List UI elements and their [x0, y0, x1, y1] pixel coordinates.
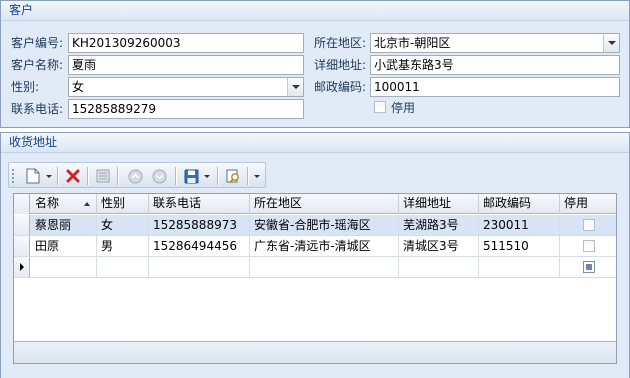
cell-name[interactable] — [31, 257, 97, 277]
cell-address[interactable]: 清城区3号 — [399, 236, 479, 256]
column-header-zip[interactable]: 邮政编码 — [479, 194, 560, 214]
disabled-checkbox[interactable] — [374, 101, 386, 113]
row-indicator[interactable] — [14, 257, 30, 277]
header-indicator — [14, 194, 30, 214]
region-label: 所在地区: — [314, 36, 367, 50]
row-disabled-checkbox[interactable] — [583, 261, 595, 273]
grid-toolbar — [8, 162, 266, 188]
address-field[interactable]: 小武基东路3号 — [370, 55, 620, 75]
zip-field[interactable]: 100011 — [370, 77, 620, 97]
cell-zip[interactable] — [479, 257, 560, 277]
cell-gender[interactable]: 男 — [97, 236, 149, 256]
column-header-name[interactable]: 名称 — [31, 194, 97, 214]
region-select[interactable]: 北京市-朝阳区 — [370, 33, 620, 53]
row-indicator[interactable] — [14, 236, 30, 256]
delete-icon[interactable] — [63, 166, 83, 186]
column-header-address[interactable]: 详细地址 — [399, 194, 479, 214]
grid-header: 名称 性别 联系电话 所在地区 详细地址 邮政编码 停用 — [14, 194, 616, 214]
cell-phone[interactable]: 15285888973 — [149, 215, 250, 235]
cell-phone[interactable]: 15286494456 — [149, 236, 250, 256]
cell-disabled — [560, 215, 616, 235]
customer-group: 客户 客户编号: KH201309260003 客户名称: 夏雨 性别: 女 联… — [0, 0, 630, 128]
cell-zip[interactable]: 511510 — [479, 236, 560, 256]
new-icon[interactable] — [23, 166, 43, 186]
cell-address[interactable] — [399, 257, 479, 277]
cell-name[interactable]: 蔡恩丽 — [31, 215, 97, 235]
customer-code-field[interactable]: KH201309260003 — [68, 33, 304, 53]
chevron-down-icon[interactable] — [287, 78, 303, 96]
cell-gender[interactable]: 女 — [97, 215, 149, 235]
column-header-disabled[interactable]: 停用 — [560, 194, 616, 214]
grid-footer — [14, 341, 616, 363]
customer-name-field[interactable]: 夏雨 — [68, 55, 304, 75]
cell-gender[interactable] — [97, 257, 149, 277]
find-icon[interactable] — [223, 166, 243, 186]
column-header-gender[interactable]: 性别 — [97, 194, 149, 214]
column-header-region[interactable]: 所在地区 — [250, 194, 399, 214]
cell-disabled — [560, 257, 616, 277]
shipping-address-group-title: 收货地址 — [1, 133, 629, 153]
zip-label: 邮政编码: — [314, 80, 367, 94]
details-icon[interactable] — [93, 166, 113, 186]
region-select-value: 北京市-朝阳区 — [374, 36, 451, 50]
save-dropdown-arrow-icon[interactable] — [203, 166, 212, 186]
disabled-checkbox-label: 停用 — [391, 101, 416, 115]
customer-group-title: 客户 — [1, 1, 629, 21]
gender-label: 性别: — [11, 80, 40, 94]
shipping-address-grid: 名称 性别 联系电话 所在地区 详细地址 邮政编码 停用 蔡恩丽 女 15285… — [13, 193, 617, 364]
gender-select[interactable]: 女 — [68, 77, 304, 97]
new-row[interactable] — [14, 257, 616, 278]
table-row[interactable]: 田原 男 15286494456 广东省-清远市-清城区 清城区3号 51151… — [14, 236, 616, 257]
cell-name[interactable]: 田原 — [31, 236, 97, 256]
chevron-down-icon[interactable] — [603, 34, 619, 52]
toolbar-grip-icon[interactable] — [12, 169, 15, 183]
phone-label: 联系电话: — [11, 102, 64, 116]
cell-address[interactable]: 芜湖路3号 — [399, 215, 479, 235]
customer-name-label: 客户名称: — [11, 58, 64, 72]
cell-phone[interactable] — [149, 257, 250, 277]
phone-field[interactable]: 15285889279 — [68, 99, 304, 119]
cell-region[interactable]: 安徽省-合肥市-瑶海区 — [250, 215, 399, 235]
table-row[interactable]: 蔡恩丽 女 15285888973 安徽省-合肥市-瑶海区 芜湖路3号 2300… — [14, 215, 616, 236]
move-up-icon[interactable] — [125, 166, 145, 186]
column-header-phone[interactable]: 联系电话 — [149, 194, 250, 214]
customer-code-label: 客户编号: — [11, 36, 64, 50]
row-indicator[interactable] — [14, 215, 30, 235]
cell-region[interactable]: 广东省-清远市-清城区 — [250, 236, 399, 256]
toolbar-options-arrow-icon[interactable] — [253, 166, 262, 186]
cell-zip[interactable]: 230011 — [479, 215, 560, 235]
cell-region[interactable] — [250, 257, 399, 277]
cell-disabled — [560, 236, 616, 256]
new-dropdown-arrow-icon[interactable] — [45, 166, 54, 186]
address-label: 详细地址: — [314, 58, 367, 72]
current-row-arrow-icon — [20, 263, 24, 271]
gender-select-value: 女 — [72, 80, 85, 94]
move-down-icon[interactable] — [149, 166, 169, 186]
save-icon[interactable] — [181, 166, 201, 186]
row-disabled-checkbox[interactable] — [583, 240, 595, 252]
sort-ascending-icon — [84, 202, 90, 206]
row-disabled-checkbox[interactable] — [583, 219, 595, 231]
